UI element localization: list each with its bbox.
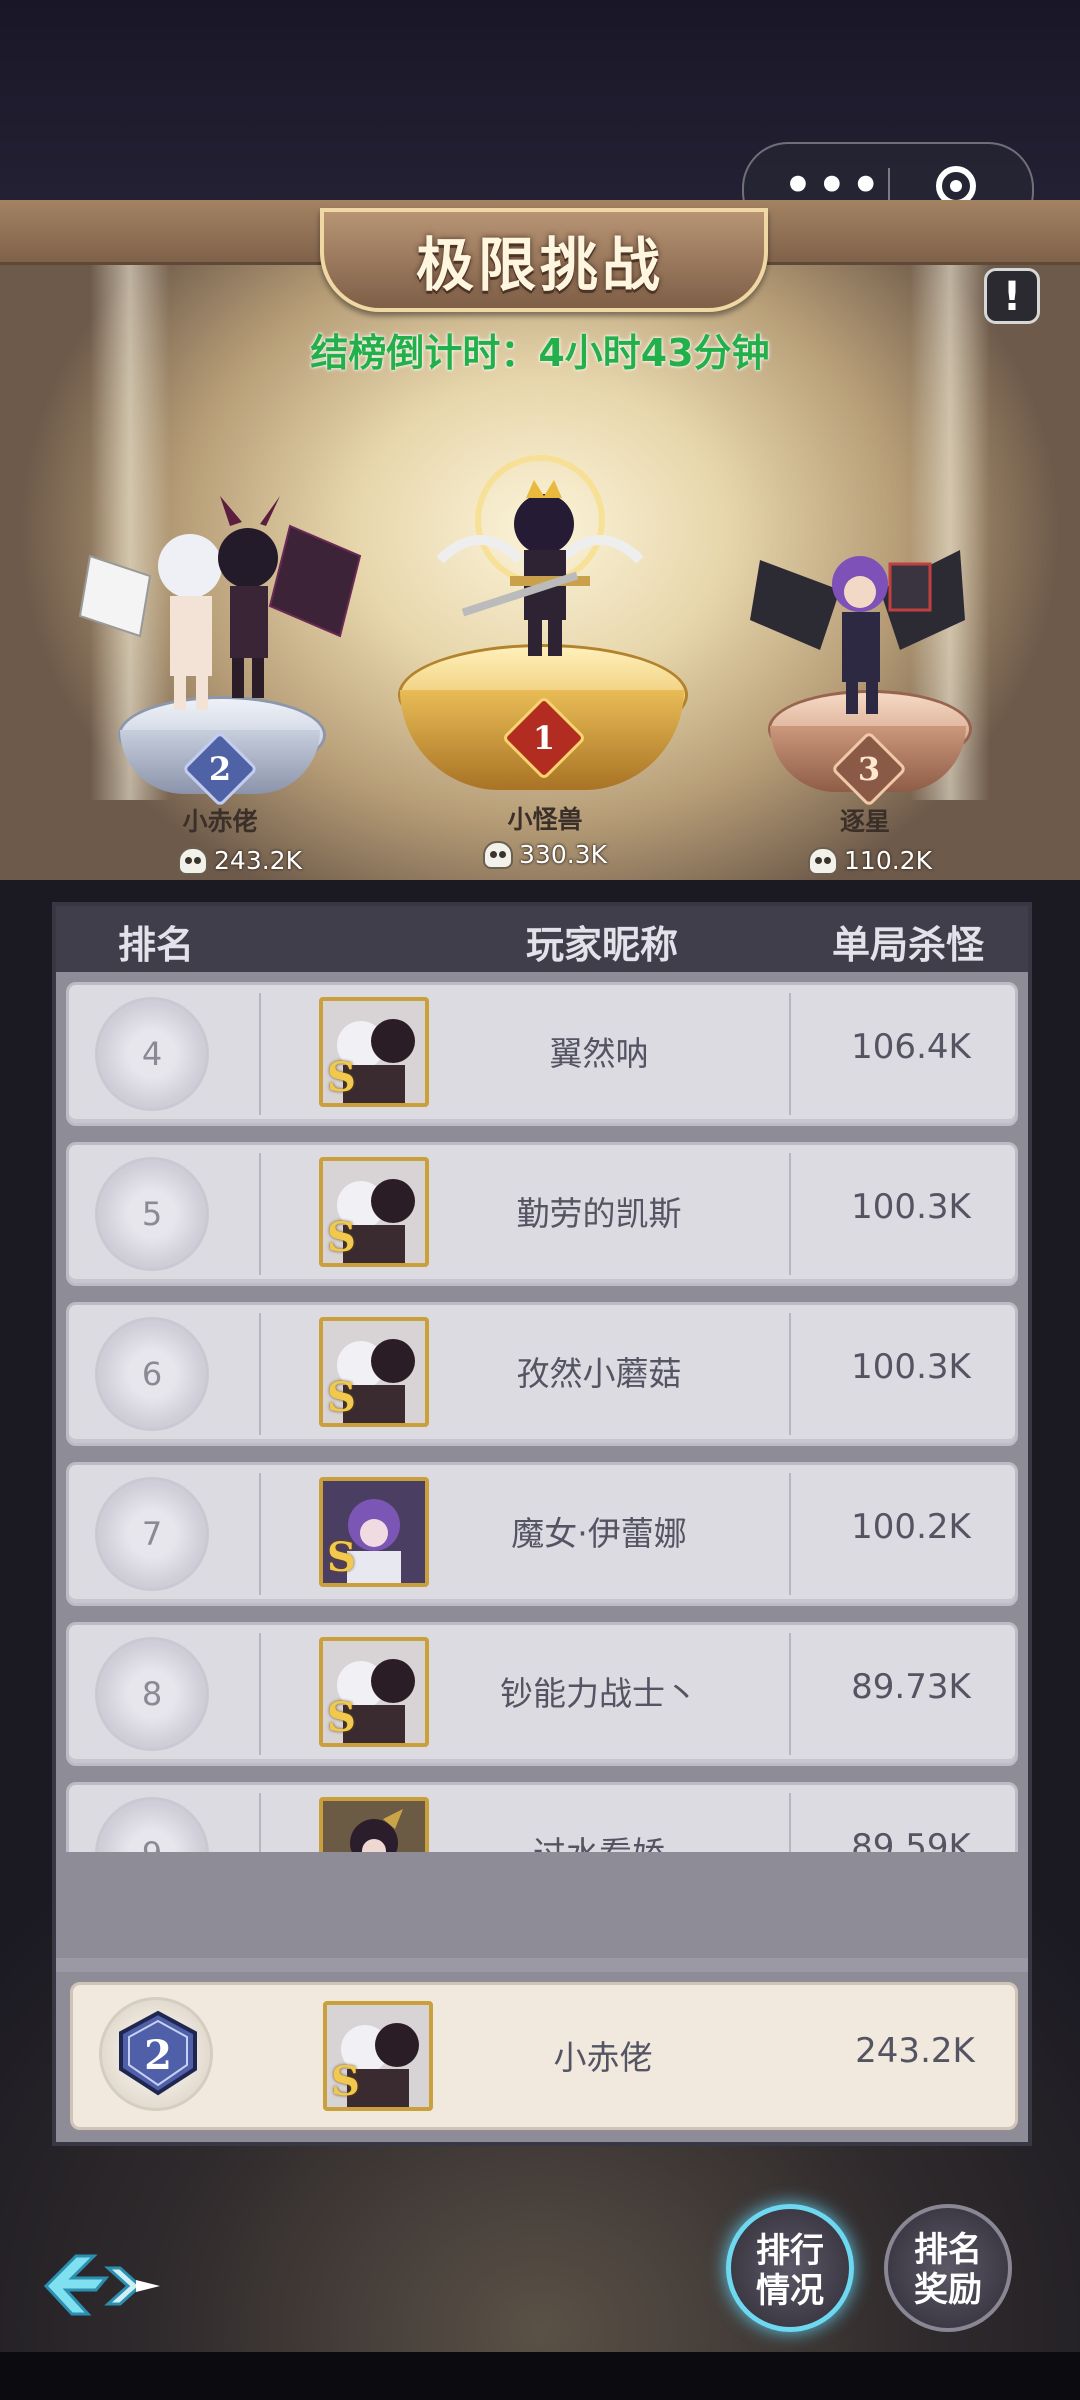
ranking-list[interactable]: 4 S 翼然呐 106.4K 5 S 勤劳的凯斯 100.3K 6 S 孜然小蘑…	[56, 972, 1028, 1852]
rank-1-character-sprite[interactable]	[420, 450, 660, 670]
podium-1-score: 330.3K	[415, 840, 675, 869]
row-kills: 100.2K	[851, 1507, 971, 1547]
header-rank: 排名	[118, 923, 195, 967]
ranking-reward-button[interactable]: 排名 奖励	[884, 2204, 1012, 2332]
row-nickname: 过水看娇	[439, 1827, 759, 1852]
header-kills: 单局杀怪	[832, 923, 985, 967]
table-row[interactable]: 8 S 钞能力战士丶 89.73K	[66, 1622, 1018, 1766]
row-kills: 106.4K	[851, 1027, 971, 1067]
row-kills: 89.73K	[851, 1667, 971, 1707]
s-grade-icon: S	[331, 2058, 360, 2105]
my-kills: 243.2K	[855, 2031, 975, 2071]
table-row[interactable]: 5 S 勤劳的凯斯 100.3K	[66, 1142, 1018, 1286]
rank-3-character-sprite[interactable]	[750, 520, 970, 720]
row-rank: 7	[141, 1515, 163, 1553]
cell-divider	[789, 1313, 791, 1435]
skull-icon	[808, 847, 839, 875]
cell-divider	[789, 1153, 791, 1275]
cell-divider	[259, 1793, 261, 1852]
skull-icon	[483, 841, 514, 869]
row-kills: 100.3K	[851, 1347, 971, 1387]
podium-2-score: 243.2K	[110, 846, 370, 875]
s-grade-icon: S	[327, 1214, 356, 1261]
row-rank: 4	[141, 1035, 163, 1073]
player-avatar[interactable]	[319, 1797, 429, 1852]
ranking-status-label-2: 情况	[756, 2271, 824, 2311]
s-grade-icon: S	[327, 1054, 356, 1101]
cell-divider	[259, 1153, 261, 1275]
ranking-reward-label-2: 奖励	[914, 2270, 982, 2310]
table-row[interactable]: 9 过水看娇 89.59K	[66, 1782, 1018, 1852]
rank-2-shield-icon: 2	[119, 2010, 197, 2096]
table-row[interactable]: 7 S 魔女·伊蕾娜 100.2K	[66, 1462, 1018, 1606]
cell-divider	[789, 1473, 791, 1595]
cell-divider	[789, 1793, 791, 1852]
cell-divider	[259, 993, 261, 1115]
row-nickname: 翼然呐	[549, 1034, 649, 1073]
bottom-bar	[0, 2352, 1080, 2400]
ranking-status-label-1: 排行	[756, 2231, 824, 2271]
countdown-text: 结榜倒计时：4小时43分钟	[310, 331, 770, 375]
podium-1-name: 小怪兽	[507, 805, 583, 834]
row-kills: 89.59K	[851, 1827, 971, 1852]
header-nickname: 玩家昵称	[526, 923, 679, 967]
podium-3-score: 110.2K	[740, 846, 1000, 875]
player-avatar[interactable]: S	[319, 1477, 429, 1587]
row-nickname: 魔女·伊蕾娜	[511, 1514, 687, 1553]
table-row[interactable]: 4 S 翼然呐 106.4K	[66, 982, 1018, 1126]
table-row[interactable]: 6 S 孜然小蘑菇 100.3K	[66, 1302, 1018, 1446]
info-exclamation-icon[interactable]: !	[984, 268, 1040, 324]
s-grade-icon: S	[327, 1534, 356, 1581]
cell-divider	[789, 993, 791, 1115]
s-grade-icon: S	[327, 1374, 356, 1421]
title-banner: 极限挑战	[0, 200, 1080, 312]
row-kills: 100.3K	[851, 1187, 971, 1227]
player-avatar[interactable]: S	[319, 1317, 429, 1427]
table-header: 排名 玩家昵称 单局杀怪	[56, 906, 1028, 972]
rank-2-character-sprite[interactable]	[70, 486, 370, 716]
my-nickname: 小赤佬	[553, 2038, 653, 2077]
skull-icon	[178, 847, 209, 875]
row-rank: 8	[141, 1675, 163, 1713]
ranking-reward-label-1: 排名	[914, 2230, 982, 2270]
row-rank: 6	[141, 1355, 163, 1393]
my-avatar[interactable]: S	[323, 2001, 433, 2111]
row-nickname: 孜然小蘑菇	[516, 1354, 682, 1393]
cell-divider	[259, 1473, 261, 1595]
ranking-status-button[interactable]: 排行 情况	[726, 2204, 854, 2332]
back-logo-icon[interactable]	[36, 2246, 166, 2326]
podium-3-name: 逐星	[839, 807, 890, 836]
podium-2-name: 小赤佬	[182, 807, 258, 836]
ranking-table: 排名 玩家昵称 单局杀怪 4 S 翼然呐 106.4K 5 S 勤劳的凯斯 10…	[52, 902, 1032, 2146]
my-rank-separator	[56, 1958, 1028, 1972]
s-grade-icon: S	[327, 1694, 356, 1741]
cell-divider	[789, 1633, 791, 1755]
cell-divider	[259, 1313, 261, 1435]
player-avatar[interactable]: S	[319, 1637, 429, 1747]
row-rank: 9	[95, 1797, 209, 1852]
my-rank-number: 2	[144, 2032, 172, 2079]
player-avatar[interactable]: S	[319, 1157, 429, 1267]
row-nickname: 勤劳的凯斯	[516, 1194, 682, 1233]
player-avatar[interactable]: S	[319, 997, 429, 1107]
cell-divider	[259, 1633, 261, 1755]
row-nickname: 钞能力战士丶	[500, 1674, 698, 1713]
my-rank-row[interactable]: 2 S 小赤佬 243.2K	[70, 1982, 1018, 2130]
row-rank: 5	[141, 1195, 163, 1233]
page-title: 极限挑战	[415, 231, 664, 299]
